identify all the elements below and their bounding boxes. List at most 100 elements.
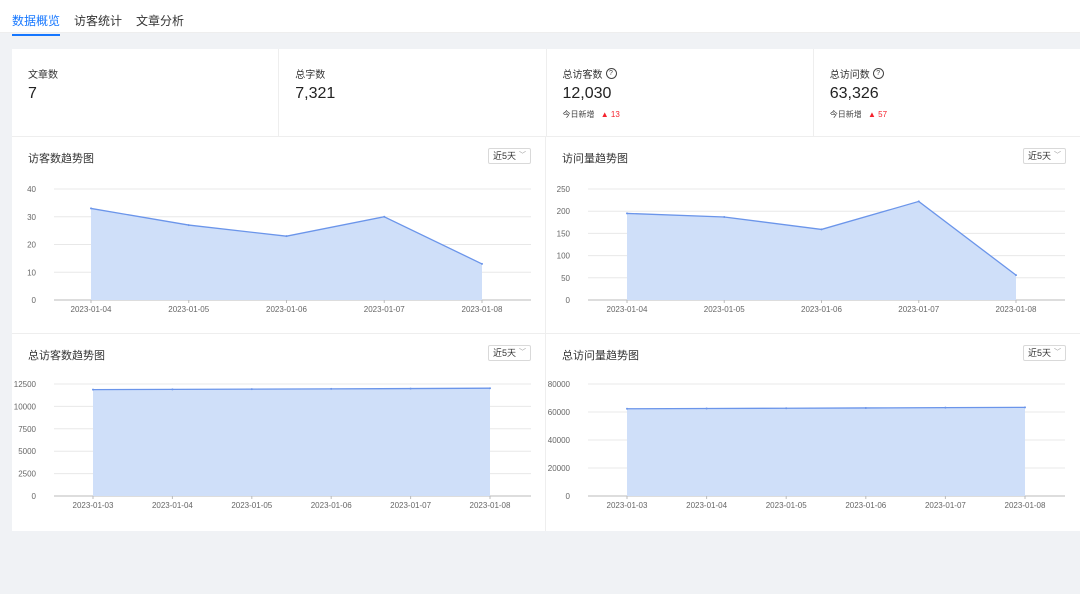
x-tick-label: 2023-01-05 [766, 501, 807, 510]
y-tick-label: 60000 [548, 408, 571, 417]
stat-card-words: 总字数 7,321 [279, 49, 547, 136]
y-tick-label: 20000 [548, 464, 571, 473]
stat-card-articles: 文章数 7 [12, 49, 280, 136]
y-tick-label: 250 [557, 185, 571, 194]
x-tick-label: 2023-01-06 [266, 305, 307, 314]
x-tick-label: 2023-01-08 [470, 501, 511, 510]
y-tick-label: 7500 [18, 425, 36, 434]
y-tick-label: 150 [557, 229, 571, 238]
data-point [92, 388, 94, 391]
chart-card-total-visits-trend: 总访问量趋势图 近5天 ﹀ 0 20000 40000 60000 80000 2023-0… [546, 333, 1080, 531]
area-fill [627, 201, 1016, 300]
data-point [250, 388, 253, 391]
y-tick-label: 80000 [548, 380, 571, 389]
data-point [330, 387, 333, 390]
arrow-up-icon: ▲ [867, 110, 876, 119]
tab-article-analysis[interactable]: 文章分析 [136, 12, 184, 34]
help-icon[interactable]: ? [872, 68, 884, 79]
y-tick-label: 10 [27, 268, 36, 277]
help-icon[interactable]: ? [605, 68, 617, 79]
y-tick-label: 12500 [14, 380, 37, 389]
chart-svg: 0 2500 5000 7500 10000 12500 2023-01-03 2023-01… [14, 380, 531, 510]
data-point [626, 212, 628, 215]
data-point [285, 235, 288, 238]
y-tick-label: 30 [27, 213, 36, 222]
x-tick-label: 2023-01-08 [1005, 501, 1046, 510]
x-tick-label: 2023-01-07 [390, 501, 431, 510]
data-point [917, 200, 920, 203]
stat-label: 文章数 [28, 70, 58, 81]
charts-grid: 访客数趋势图 近5天 ﹀ 0 10 20 30 40 2023-01-04 2023-01-0… [12, 136, 1080, 531]
y-tick-label: 5000 [18, 447, 36, 456]
x-tick-label: 2023-01-07 [364, 305, 405, 314]
x-tick-label: 2023-01-06 [801, 305, 842, 314]
stat-value: 7 [28, 85, 37, 102]
stat-value: 12,030 [562, 85, 612, 102]
x-tick-label: 2023-01-08 [996, 305, 1037, 314]
data-point [1015, 274, 1017, 277]
arrow-up-icon: ▲ [600, 110, 609, 119]
data-point [1024, 406, 1026, 409]
y-tick-label: 40 [27, 185, 36, 194]
x-tick-label: 2023-01-06 [845, 501, 886, 510]
today-label: 今日新增 [562, 110, 595, 119]
y-tick-label: 50 [561, 274, 570, 283]
area-fill [627, 407, 1025, 496]
stat-label: 总字数 [295, 70, 326, 81]
data-point [626, 407, 628, 410]
data-point [723, 215, 726, 218]
y-tick-label: 2500 [18, 470, 36, 479]
tab-bar: 数据概览 访客统计 文章分析 [0, 0, 1080, 36]
x-tick-label: 2023-01-04 [607, 305, 648, 314]
data-point [864, 406, 867, 409]
stat-label: 总访客数 [562, 70, 603, 81]
data-point [187, 224, 190, 227]
chart-card-visits-trend: 访问量趋势图 近5天 ﹀ 0 50 100 150 200 250 2023-01-04 202… [546, 136, 1080, 333]
today-label: 今日新增 [829, 110, 862, 119]
y-tick-label: 200 [557, 207, 571, 216]
x-tick-label: 2023-01-04 [686, 501, 727, 510]
today-value: 57 [878, 110, 888, 119]
x-tick-label: 2023-01-05 [704, 305, 745, 314]
data-point [383, 215, 386, 218]
tab-visitor-stats[interactable]: 访客统计 [74, 12, 122, 34]
data-point [944, 406, 947, 409]
y-tick-label: 20 [27, 241, 36, 250]
chart-svg: 0 10 20 30 40 2023-01-04 2023-01-05 2023-01-06 2… [27, 185, 531, 314]
today-value: 13 [610, 110, 620, 119]
x-tick-label: 2023-01-08 [462, 305, 503, 314]
y-tick-label: 10000 [14, 402, 37, 411]
stat-card-visits: 总访问数 ? 63,326 今日新增 ▲ 57 [814, 49, 1080, 136]
x-tick-label: 2023-01-07 [925, 501, 966, 510]
stats-row: 文章数 7 总字数 7,321 总访客数 ? 12,030 今日新增 ▲ 13 … [12, 49, 1080, 136]
data-point [820, 228, 823, 231]
data-point [171, 388, 174, 391]
area-fill [93, 388, 490, 496]
x-tick-label: 2023-01-04 [71, 305, 112, 314]
data-point [705, 407, 708, 410]
x-tick-label: 2023-01-06 [311, 501, 352, 510]
chart-card-visitors-trend: 访客数趋势图 近5天 ﹀ 0 10 20 30 40 2023-01-04 2023-01-0… [12, 136, 546, 333]
today-increase: 今日新增 ▲ 57 [830, 109, 887, 120]
chart-svg: 0 50 100 150 200 250 2023-01-04 2023-01-05 2023-… [557, 185, 1065, 314]
data-point [785, 407, 788, 410]
today-increase: 今日新增 ▲ 13 [563, 109, 620, 120]
area-fill [91, 208, 482, 300]
tab-overview[interactable]: 数据概览 [12, 12, 61, 36]
stat-value: 7,321 [295, 85, 336, 102]
y-tick-label: 100 [557, 252, 571, 261]
x-tick-label: 2023-01-04 [152, 501, 193, 510]
stat-label: 总访问数 [829, 70, 870, 81]
dashboard-content: 文章数 7 总字数 7,321 总访客数 ? 12,030 今日新增 ▲ 13 … [12, 49, 1080, 531]
x-tick-label: 2023-01-07 [898, 305, 939, 314]
y-tick-label: 40000 [548, 436, 571, 445]
data-point [489, 387, 491, 390]
x-tick-label: 2023-01-03 [73, 501, 114, 510]
y-tick-label: 0 [32, 492, 37, 501]
chart-card-total-visitors-trend: 总访客数趋势图 近5天 ﹀ 0 2500 5000 7500 10000 12500 2023… [12, 333, 546, 531]
data-point [90, 207, 92, 210]
chart-svg: 0 20000 40000 60000 80000 2023-01-03 2023-01-0… [548, 380, 1065, 510]
x-tick-label: 2023-01-05 [231, 501, 272, 510]
stat-value: 63,326 [829, 85, 879, 102]
data-point [481, 262, 483, 265]
